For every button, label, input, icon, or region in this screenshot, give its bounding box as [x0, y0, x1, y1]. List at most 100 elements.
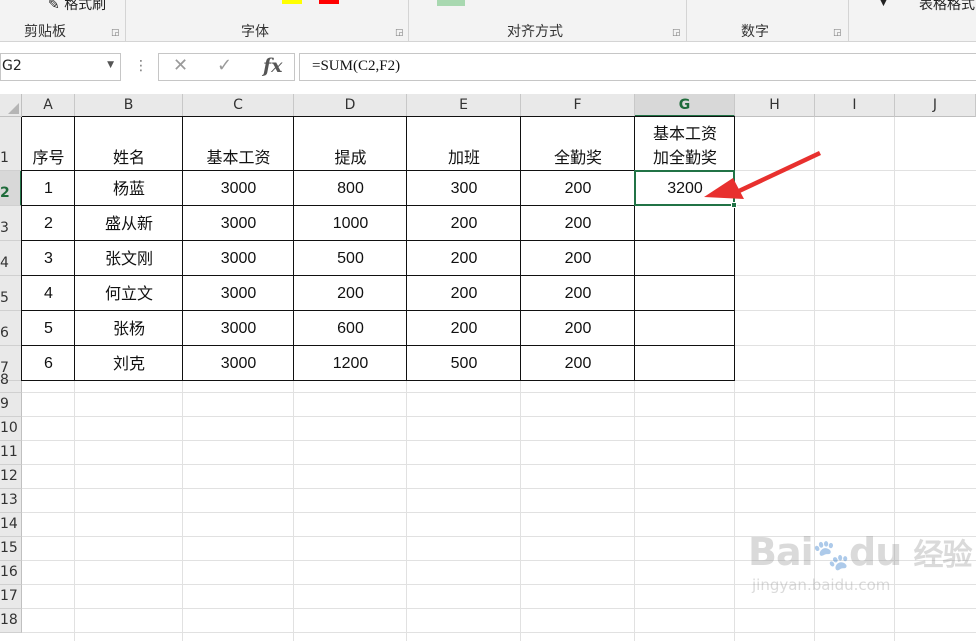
cell-c1[interactable]: 基本工资: [183, 117, 294, 171]
cell-g1[interactable]: 基本工资 加全勤奖: [635, 117, 735, 171]
column-header-g[interactable]: G: [635, 94, 735, 117]
paw-icon: 🐾: [812, 538, 850, 573]
cancel-icon[interactable]: ✕: [173, 55, 188, 76]
cell-c4[interactable]: 3000: [183, 241, 294, 276]
watermark-brand2: du: [849, 530, 902, 574]
row-number: 12: [0, 468, 18, 484]
cell-d1[interactable]: 提成: [294, 117, 407, 171]
row-header-8[interactable]: 8: [0, 372, 22, 393]
gridline-horizontal: [22, 416, 976, 417]
row-header-11[interactable]: 11: [0, 441, 22, 465]
row-header-4[interactable]: 4: [0, 241, 22, 276]
chevron-down-icon[interactable]: ▼: [880, 0, 887, 8]
cell-e5[interactable]: 200: [407, 276, 521, 311]
group-label-alignment: 对齐方式: [507, 24, 563, 40]
formula-bar: G2 ▼ ⋮ ✕ ✓ fx =SUM(C2,F2): [0, 48, 976, 90]
row-header-14[interactable]: 14: [0, 513, 22, 537]
highlight-color-swatch[interactable]: [282, 0, 302, 4]
row-header-16[interactable]: 16: [0, 561, 22, 585]
cell-b2[interactable]: 杨蓝: [75, 171, 183, 206]
column-header-c[interactable]: C: [183, 94, 294, 117]
cell-e7[interactable]: 500: [407, 346, 521, 381]
cell-a3[interactable]: 2: [22, 206, 75, 241]
column-header-h[interactable]: H: [735, 94, 815, 117]
row-header-3[interactable]: 3: [0, 206, 22, 241]
cell-f6[interactable]: 200: [521, 311, 635, 346]
cell-a6[interactable]: 5: [22, 311, 75, 346]
cell-f7[interactable]: 200: [521, 346, 635, 381]
column-header-j[interactable]: J: [895, 94, 976, 117]
row-header-17[interactable]: 17: [0, 585, 22, 609]
cell-f5[interactable]: 200: [521, 276, 635, 311]
enter-icon[interactable]: ✓: [217, 55, 232, 76]
formula-input[interactable]: =SUM(C2,F2): [299, 53, 976, 81]
cell-b5[interactable]: 何立文: [75, 276, 183, 311]
row-header-5[interactable]: 5: [0, 276, 22, 311]
cell-f3[interactable]: 200: [521, 206, 635, 241]
watermark-brand: Bai: [748, 530, 814, 574]
cell-a2[interactable]: 1: [22, 171, 75, 206]
cell-b4[interactable]: 张文刚: [75, 241, 183, 276]
cell-a1[interactable]: 序号: [22, 117, 75, 171]
row-header-12[interactable]: 12: [0, 465, 22, 489]
table-format-button[interactable]: 表格格式: [919, 0, 975, 14]
cell-d2[interactable]: 800: [294, 171, 407, 206]
row-header-9[interactable]: 9: [0, 393, 22, 417]
fill-handle[interactable]: [731, 202, 737, 208]
cell-c7[interactable]: 3000: [183, 346, 294, 381]
cell-c6[interactable]: 3000: [183, 311, 294, 346]
column-header-d[interactable]: D: [294, 94, 407, 117]
cell-f4[interactable]: 200: [521, 241, 635, 276]
cell-b6[interactable]: 张杨: [75, 311, 183, 346]
font-launcher-icon[interactable]: ◲: [395, 28, 404, 38]
cell-e6[interactable]: 200: [407, 311, 521, 346]
cell-b3[interactable]: 盛从新: [75, 206, 183, 241]
row-number: 1: [0, 150, 9, 166]
row-header-18[interactable]: 18: [0, 609, 22, 633]
cell-b1[interactable]: 姓名: [75, 117, 183, 171]
cell-a5[interactable]: 4: [22, 276, 75, 311]
column-header-a[interactable]: A: [22, 94, 75, 117]
cell-d4[interactable]: 500: [294, 241, 407, 276]
row-header-1[interactable]: 1: [0, 117, 22, 171]
formula-buttons: ✕ ✓ fx: [158, 53, 295, 81]
row-header-2[interactable]: 2: [0, 171, 22, 206]
row-header-6[interactable]: 6: [0, 311, 22, 346]
cell-e2[interactable]: 300: [407, 171, 521, 206]
cell-a7[interactable]: 6: [22, 346, 75, 381]
clipboard-launcher-icon[interactable]: ◲: [111, 28, 120, 38]
cell-d7[interactable]: 1200: [294, 346, 407, 381]
alignment-launcher-icon[interactable]: ◲: [672, 28, 681, 38]
row-header-10[interactable]: 10: [0, 417, 22, 441]
chevron-down-icon[interactable]: ▼: [107, 60, 114, 70]
cell-e3[interactable]: 200: [407, 206, 521, 241]
number-launcher-icon[interactable]: ◲: [833, 28, 842, 38]
select-all-button[interactable]: [0, 94, 22, 117]
cell-f1[interactable]: 全勤奖: [521, 117, 635, 171]
cell-f2[interactable]: 200: [521, 171, 635, 206]
cell-d5[interactable]: 200: [294, 276, 407, 311]
cell-c3[interactable]: 3000: [183, 206, 294, 241]
cell-c5[interactable]: 3000: [183, 276, 294, 311]
cell-e1[interactable]: 加班: [407, 117, 521, 171]
font-color-swatch[interactable]: [319, 0, 339, 4]
group-label-font: 字体: [241, 24, 269, 40]
name-box[interactable]: G2 ▼: [0, 53, 121, 81]
align-swatch[interactable]: [437, 0, 465, 6]
row-header-13[interactable]: 13: [0, 489, 22, 513]
column-header-i[interactable]: I: [815, 94, 895, 117]
column-header-f[interactable]: F: [521, 94, 635, 117]
cell-e4[interactable]: 200: [407, 241, 521, 276]
cell-b7[interactable]: 刘克: [75, 346, 183, 381]
cell-d6[interactable]: 600: [294, 311, 407, 346]
insert-function-icon[interactable]: fx: [263, 55, 283, 77]
column-header-b[interactable]: B: [75, 94, 183, 117]
row-number: 17: [0, 588, 18, 604]
row-header-15[interactable]: 15: [0, 537, 22, 561]
cell-d3[interactable]: 1000: [294, 206, 407, 241]
cell-c2[interactable]: 3000: [183, 171, 294, 206]
more-icon[interactable]: ⋮: [134, 58, 148, 74]
format-painter-button[interactable]: ✎ 格式刷: [48, 0, 106, 14]
cell-a4[interactable]: 3: [22, 241, 75, 276]
column-header-e[interactable]: E: [407, 94, 521, 117]
